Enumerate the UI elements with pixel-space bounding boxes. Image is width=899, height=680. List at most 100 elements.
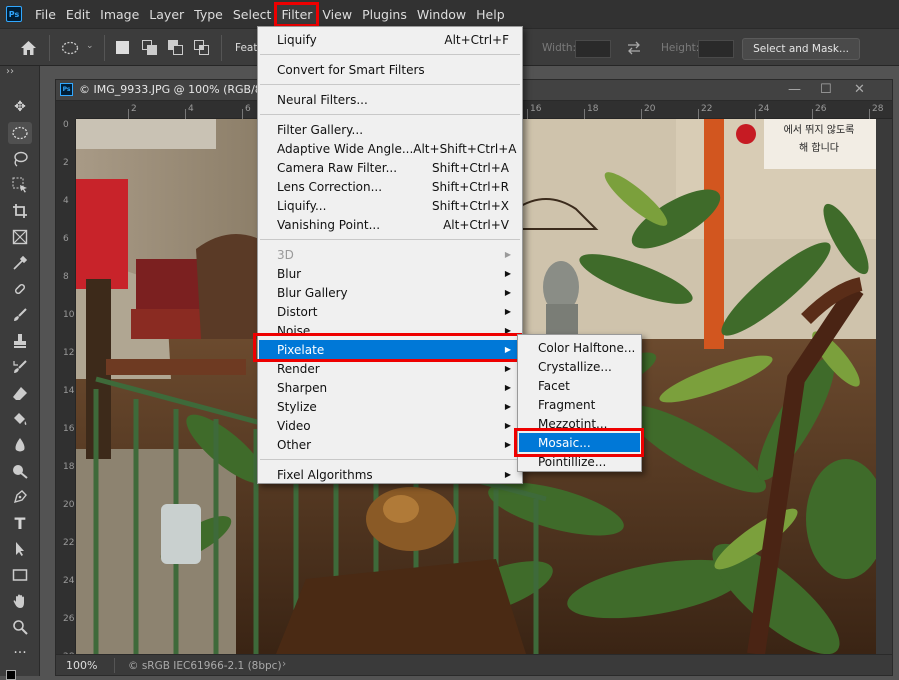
vertical-scrollbar[interactable] [876, 119, 892, 654]
maximize-icon[interactable]: ☐ [820, 82, 832, 97]
more-icon[interactable]: ··· [8, 642, 32, 664]
history-brush-icon[interactable] [8, 356, 32, 378]
menu-type[interactable]: Type [189, 4, 228, 25]
chevron-down-icon[interactable]: ⌄ [86, 41, 94, 51]
menu-window[interactable]: Window [412, 4, 471, 25]
filter-menu-item-camera-raw-filter[interactable]: Camera Raw Filter... Shift+Ctrl+A [259, 158, 521, 177]
ruler-tick-label: 22 [63, 538, 75, 548]
zoom-icon[interactable] [8, 616, 32, 638]
ruler-tick [527, 109, 528, 119]
filter-menu-item-vanishing-point[interactable]: Vanishing Point... Alt+Ctrl+V [259, 215, 521, 234]
eyedropper-icon[interactable] [8, 252, 32, 274]
crop-icon[interactable] [8, 200, 32, 222]
menu-item-shortcut: Alt+Ctrl+V [443, 217, 509, 232]
menu-separator [260, 84, 520, 85]
elliptical-marquee-icon[interactable] [61, 41, 79, 55]
eraser-icon[interactable] [8, 382, 32, 404]
frame-icon[interactable] [8, 226, 32, 248]
type-icon[interactable]: T [8, 512, 32, 534]
foreground-color-swatch[interactable] [6, 670, 16, 680]
divider [221, 35, 222, 61]
ruler-tick [185, 109, 186, 119]
paint-bucket-icon[interactable] [8, 408, 32, 430]
height-field[interactable] [698, 40, 734, 58]
ruler-tick-label: 6 [63, 234, 69, 244]
menu-item-label: Convert for Smart Filters [277, 62, 425, 77]
filter-menu-item-liquify[interactable]: Liquify Alt+Ctrl+F [259, 30, 521, 49]
pixelate-item-color-halftone[interactable]: Color Halftone... [519, 338, 640, 357]
path-select-icon[interactable] [8, 538, 32, 560]
menu-image[interactable]: Image [95, 4, 144, 25]
brush-icon[interactable] [8, 304, 32, 326]
filter-menu-item-fixel-algorithms[interactable]: Fixel Algorithms ▶ [259, 465, 521, 484]
menu-item-label: Distort [277, 304, 318, 319]
filter-menu-item-other[interactable]: Other ▶ [259, 435, 521, 454]
add-to-selection-icon[interactable] [142, 40, 158, 56]
ruler-tick [698, 109, 699, 119]
width-label: Width: [542, 42, 577, 54]
home-icon[interactable] [20, 40, 37, 56]
lasso-icon[interactable] [8, 148, 32, 170]
stamp-icon[interactable] [8, 330, 32, 352]
filter-menu-item-adaptive-wide-angle[interactable]: Adaptive Wide Angle... Alt+Shift+Ctrl+A [259, 139, 521, 158]
ruler-tick-label: 2 [63, 158, 69, 168]
filter-menu-item-distort[interactable]: Distort ▶ [259, 302, 521, 321]
move-icon[interactable]: ✥ [8, 96, 32, 118]
pixelate-item-crystallize[interactable]: Crystallize... [519, 357, 640, 376]
new-selection-icon[interactable] [116, 41, 129, 54]
pen-icon[interactable] [8, 486, 32, 508]
ruler-tick-label: 20 [63, 500, 75, 510]
filter-menu-item-blur[interactable]: Blur ▶ [259, 264, 521, 283]
dodge-icon[interactable] [8, 460, 32, 482]
menu-help[interactable]: Help [471, 4, 510, 25]
ruler-tick-label: 18 [587, 104, 599, 114]
menu-plugins[interactable]: Plugins [357, 4, 412, 25]
filter-menu-item-lens-correction[interactable]: Lens Correction... Shift+Ctrl+R [259, 177, 521, 196]
filter-menu-item-filter-gallery[interactable]: Filter Gallery... [259, 120, 521, 139]
menu-file[interactable]: File [30, 4, 61, 25]
filter-menu-item-liquify[interactable]: Liquify... Shift+Ctrl+X [259, 196, 521, 215]
height-label: Height: [661, 42, 700, 54]
submenu-arrow-icon: ▶ [504, 307, 511, 316]
filter-menu-item-neural-filters[interactable]: Neural Filters... [259, 90, 521, 109]
submenu-arrow-icon: ▶ [504, 470, 511, 479]
menu-item-label: Liquify... [277, 198, 327, 213]
menu-edit[interactable]: Edit [61, 4, 95, 25]
menu-item-label: Stylize [277, 399, 317, 414]
submenu-arrow-icon: ▶ [504, 440, 511, 449]
filter-menu-item-blur-gallery[interactable]: Blur Gallery ▶ [259, 283, 521, 302]
filter-menu-item-stylize[interactable]: Stylize ▶ [259, 397, 521, 416]
swap-icon[interactable] [626, 41, 642, 55]
object-select-icon[interactable] [8, 174, 32, 196]
close-icon[interactable]: ✕ [854, 82, 865, 97]
marquee-icon[interactable] [8, 122, 32, 144]
select-and-mask-button[interactable]: Select and Mask... [742, 38, 860, 60]
pixelate-item-facet[interactable]: Facet [519, 376, 640, 395]
ruler-tick [641, 109, 642, 119]
menu-filter[interactable]: Filter [274, 1, 320, 27]
pixelate-item-fragment[interactable]: Fragment [519, 395, 640, 414]
intersect-selection-icon[interactable] [194, 40, 210, 56]
submenu-arrow-icon: ▶ [504, 421, 511, 430]
filter-menu-item-convert-for-smart-filters[interactable]: Convert for Smart Filters [259, 60, 521, 79]
healing-icon[interactable] [8, 278, 32, 300]
panel-collapse-icon[interactable]: ›› [6, 66, 14, 77]
hand-icon[interactable] [8, 590, 32, 612]
filter-menu-item-sharpen[interactable]: Sharpen ▶ [259, 378, 521, 397]
menu-item-label: Lens Correction... [277, 179, 383, 194]
minimize-icon[interactable]: — [788, 82, 801, 97]
ruler-tick-label: 24 [758, 104, 770, 114]
zoom-level[interactable]: 100% [66, 659, 97, 672]
menu-separator [260, 239, 520, 240]
rectangle-icon[interactable] [8, 564, 32, 586]
filter-menu-item-video[interactable]: Video ▶ [259, 416, 521, 435]
menu-view[interactable]: View [317, 4, 357, 25]
width-field[interactable] [575, 40, 611, 58]
menu-layer[interactable]: Layer [144, 4, 189, 25]
ruler-tick-label: 2 [131, 104, 137, 114]
chevron-right-icon[interactable]: › [282, 658, 286, 670]
subtract-selection-icon[interactable] [168, 40, 184, 56]
blur-icon[interactable] [8, 434, 32, 456]
menu-select[interactable]: Select [228, 4, 277, 25]
menu-item-label: Other [277, 437, 312, 452]
